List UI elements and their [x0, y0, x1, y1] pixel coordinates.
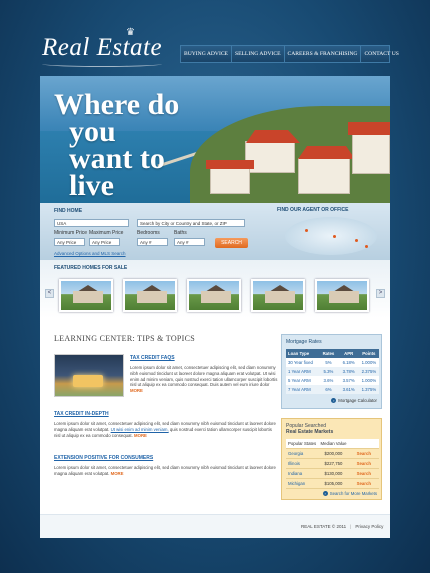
hero-roof — [348, 122, 390, 135]
more-link[interactable]: MORE — [134, 433, 147, 438]
min-price-select[interactable]: Any Price — [54, 238, 85, 246]
max-price-select[interactable]: Any Price — [89, 238, 120, 246]
nav-buying-advice[interactable]: BUYING ADVICE — [181, 46, 232, 62]
carousel-next-button[interactable]: > — [376, 289, 385, 298]
tax-credit-in-depth-link[interactable]: TAX CREDIT IN-DEPTH — [54, 411, 109, 417]
find-agent-panel: FIND OUR AGENT OR OFFICE — [277, 207, 387, 257]
mortgage-rates-box: Mortgage Rates Loan Type Rates APR Point… — [281, 334, 382, 409]
featured-homes: FEATURED HOMES FOR SALE < > — [40, 260, 390, 318]
table-row[interactable]: 7 Year ARM 6% 3.61% 1.375% — [286, 385, 379, 394]
logo-text: Real Estate — [42, 34, 163, 61]
arrow-right-icon: › — [331, 398, 337, 403]
crown-icon: ♛ — [126, 27, 136, 38]
learning-house-image — [54, 354, 124, 397]
min-price-label: Minimum Price — [54, 230, 88, 236]
search-more-markets-link[interactable]: › Search for More Markets — [322, 491, 377, 496]
city-search-input[interactable]: Search by City or Country and State, or … — [137, 219, 245, 227]
table-row: Georgia $200,000 Search — [286, 449, 379, 459]
map-pin-icon — [305, 229, 308, 232]
find-home-panel: FIND HOME USA Search by City or Country … — [40, 203, 390, 260]
table-row[interactable]: 1 Year ARM 5.3% 3.78% 2.375% — [286, 367, 379, 376]
advanced-search-link[interactable]: Advanced Options and MLS Search — [54, 251, 126, 256]
table-row: Michigan $105,000 Search — [286, 479, 379, 489]
map-pin-icon — [355, 239, 358, 242]
nav-careers-franchising[interactable]: CAREERS & FRANCHISING — [285, 46, 362, 62]
tax-credit-faqs-text: Lorem ipsum dolor sit amet, consectetuer… — [130, 365, 278, 394]
mortgage-table: Loan Type Rates APR Points 30 Year fixed… — [286, 349, 379, 394]
copyright: REAL ESTATE © 2011 — [301, 524, 347, 529]
footer-content: REAL ESTATE © 2011 | Privacy Policy — [301, 524, 383, 529]
baths-label: Baths — [174, 230, 187, 236]
mortgage-title: Mortgage Rates — [286, 339, 322, 345]
search-link[interactable]: Search — [349, 459, 379, 468]
map-pin-icon — [333, 235, 336, 238]
search-link[interactable]: Search — [349, 469, 379, 478]
more-link[interactable]: MORE — [111, 471, 124, 476]
popular-markets-title: Popular Searched Real Estate Markets — [286, 423, 334, 435]
search-link[interactable]: Search — [349, 479, 379, 488]
carousel-prev-button[interactable]: < — [45, 289, 54, 298]
hero-banner: Where do you want to live — [40, 76, 390, 203]
hero-roof — [206, 160, 254, 169]
country-select[interactable]: USA — [54, 219, 129, 227]
popular-markets-table: Popular States Median Value Georgia $200… — [286, 439, 379, 489]
search-button[interactable]: SEARCH — [215, 238, 248, 248]
max-price-label: Maximum Price — [89, 230, 124, 236]
tax-credit-in-depth-text: Lorem ipsum dolor sit amet, consectetuer… — [54, 421, 276, 438]
find-agent-title: FIND OUR AGENT OR OFFICE — [277, 207, 349, 213]
find-home-title: FIND HOME — [54, 208, 83, 214]
world-map-icon[interactable] — [285, 217, 377, 255]
featured-home-thumb[interactable] — [251, 279, 305, 312]
site-logo[interactable]: Real Estate ♛ — [42, 27, 163, 67]
page-container: Where do you want to live FIND HOME USA … — [40, 76, 390, 538]
featured-home-thumb[interactable] — [187, 279, 241, 312]
featured-home-thumb[interactable] — [59, 279, 113, 312]
featured-home-thumb[interactable] — [123, 279, 177, 312]
table-header: Popular States Median Value — [286, 439, 379, 449]
baths-select[interactable]: Any # — [174, 238, 205, 246]
extension-positive-link[interactable]: EXTENSION POSITIVE FOR CONSUMERS — [54, 455, 153, 461]
popular-markets-box: Popular Searched Real Estate Markets Pop… — [281, 418, 382, 500]
bedrooms-label: Bedrooms — [137, 230, 160, 236]
inline-link[interactable]: Ut wisi enim ad minim veniam, — [111, 427, 169, 432]
table-row: Illinois $227,750 Search — [286, 459, 379, 469]
hero-house — [210, 168, 250, 194]
mortgage-calculator-link[interactable]: › Mortgage Calculator — [331, 398, 377, 403]
learning-center-title: LEARNING CENTER: TIPS & TOPICS — [54, 334, 196, 343]
map-pin-icon — [365, 245, 368, 248]
featured-title: FEATURED HOMES FOR SALE — [54, 265, 128, 271]
extension-positive-text: Lorem ipsum dolor sit amet, consectetuer… — [54, 465, 276, 476]
table-row[interactable]: 30 Year fixed 5% 6.18% 1.000% — [286, 358, 379, 367]
bedrooms-select[interactable]: Any # — [137, 238, 168, 246]
more-link[interactable]: MORE — [130, 388, 143, 393]
privacy-policy-link[interactable]: Privacy Policy — [355, 524, 383, 529]
hero-house — [352, 134, 390, 174]
nav-selling-advice[interactable]: SELLING ADVICE — [232, 46, 285, 62]
table-row: Indiana $130,000 Search — [286, 469, 379, 479]
arrow-right-icon: › — [322, 491, 328, 496]
footer: REAL ESTATE © 2011 | Privacy Policy — [40, 514, 390, 538]
hero-headline: Where do you want to live — [54, 88, 180, 202]
logo-swoosh — [42, 61, 162, 67]
nav-contact-us[interactable]: CONTACT US — [361, 46, 401, 62]
hero-house — [298, 158, 350, 194]
main-nav: BUYING ADVICE SELLING ADVICE CAREERS & F… — [180, 45, 399, 63]
table-header: Loan Type Rates APR Points — [286, 349, 379, 358]
search-link[interactable]: Search — [349, 449, 379, 458]
footer-separator: | — [350, 524, 352, 529]
table-row[interactable]: 5 Year ARM 3.6% 3.57% 1.000% — [286, 376, 379, 385]
tax-credit-faqs-link[interactable]: TAX CREDIT FAQS — [130, 355, 175, 361]
featured-home-thumb[interactable] — [315, 279, 369, 312]
